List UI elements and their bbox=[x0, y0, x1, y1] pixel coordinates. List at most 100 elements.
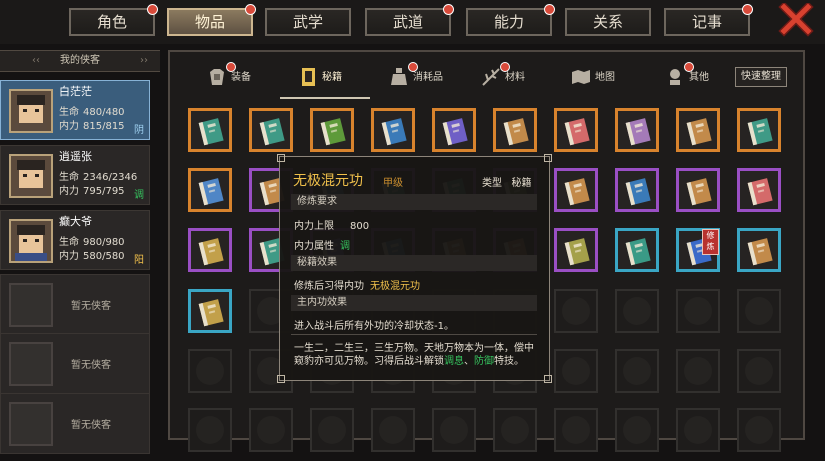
item-slot[interactable] bbox=[615, 108, 659, 152]
empty-item-slot[interactable] bbox=[615, 289, 659, 333]
notification-dot bbox=[544, 4, 555, 15]
tab-label: 物品 bbox=[194, 13, 225, 31]
empty-item-slot[interactable] bbox=[676, 408, 720, 452]
item-slot[interactable] bbox=[615, 168, 659, 212]
tooltip-corner bbox=[277, 154, 285, 162]
tooltip-title: 无极混元功 bbox=[293, 173, 363, 189]
empty-item-slot[interactable] bbox=[371, 408, 415, 452]
empty-item-slot[interactable] bbox=[737, 408, 781, 452]
category-label: 其他 bbox=[689, 72, 709, 83]
item-slot[interactable] bbox=[188, 228, 232, 272]
tab-1[interactable]: 物品 bbox=[167, 4, 256, 36]
attribute-badge: 调 bbox=[134, 190, 144, 201]
character-portrait-icon bbox=[15, 160, 47, 196]
tab-0[interactable]: 角色 bbox=[69, 4, 158, 36]
empty-item-slot[interactable] bbox=[188, 408, 232, 452]
empty-character-slot[interactable]: 暂无侠客 bbox=[0, 274, 150, 335]
item-slot[interactable] bbox=[737, 108, 781, 152]
tab-6[interactable]: 记事 bbox=[664, 4, 753, 36]
herb-icon bbox=[480, 68, 505, 86]
req-label: 内力上限 bbox=[294, 221, 334, 232]
item-slot[interactable] bbox=[188, 108, 232, 152]
category-tab-3[interactable]: 材料 bbox=[480, 62, 525, 92]
tab-3[interactable]: 武道 bbox=[365, 4, 454, 36]
item-slot[interactable] bbox=[554, 228, 598, 272]
sort-button[interactable]: 快速整理 bbox=[735, 67, 787, 87]
mp-label: 内力 bbox=[59, 251, 79, 262]
type-value: 秘籍 bbox=[511, 178, 532, 189]
empty-slot-label: 暂无侠客 bbox=[71, 360, 111, 371]
empty-item-slot[interactable] bbox=[676, 289, 720, 333]
empty-character-slot[interactable]: 暂无侠客 bbox=[0, 333, 150, 394]
notification-dot bbox=[147, 4, 158, 15]
item-slot[interactable] bbox=[737, 168, 781, 212]
empty-item-slot[interactable] bbox=[676, 349, 720, 393]
item-slot[interactable] bbox=[676, 108, 720, 152]
book-icon bbox=[747, 238, 773, 266]
empty-item-slot[interactable] bbox=[554, 408, 598, 452]
item-slot[interactable] bbox=[432, 108, 476, 152]
item-slot[interactable] bbox=[188, 168, 232, 212]
empty-item-slot[interactable] bbox=[737, 289, 781, 333]
item-slot[interactable] bbox=[371, 108, 415, 152]
mp-row: 内力 580/580 bbox=[59, 247, 125, 262]
empty-character-slot[interactable]: 暂无侠客 bbox=[0, 393, 150, 454]
tab-4[interactable]: 能力 bbox=[466, 4, 555, 36]
effect-label: 修炼后习得内功 bbox=[294, 281, 364, 292]
item-slot[interactable] bbox=[676, 168, 720, 212]
item-slot[interactable]: 修炼 bbox=[676, 228, 720, 272]
empty-item-slot[interactable] bbox=[737, 349, 781, 393]
item-slot[interactable] bbox=[615, 228, 659, 272]
tab-2[interactable]: 武学 bbox=[265, 8, 351, 36]
section-effect: 秘籍效果 bbox=[291, 255, 537, 271]
category-label: 装备 bbox=[231, 72, 251, 83]
notification-dot bbox=[742, 4, 753, 15]
category-tab-1[interactable]: 秘籍 bbox=[297, 66, 342, 92]
tooltip-grade: 甲级 bbox=[383, 178, 403, 189]
book-icon bbox=[625, 238, 651, 266]
character-card[interactable]: 白茫茫 生命 480/480 内力 815/815 阴 bbox=[0, 80, 150, 140]
item-slot[interactable] bbox=[554, 168, 598, 212]
category-label: 秘籍 bbox=[322, 72, 342, 83]
section-requirements: 修炼要求 bbox=[291, 194, 537, 210]
category-tab-0[interactable]: 装备 bbox=[206, 62, 251, 92]
empty-item-slot[interactable] bbox=[432, 408, 476, 452]
character-card[interactable]: 癫大爷 生命 980/980 内力 580/580 阳 bbox=[0, 210, 150, 270]
item-slot[interactable] bbox=[737, 228, 781, 272]
notification-dot bbox=[408, 62, 418, 72]
chevron-right-icon[interactable]: ›› bbox=[140, 51, 148, 71]
character-name: 癫大爷 bbox=[59, 215, 92, 228]
category-label: 消耗品 bbox=[413, 72, 443, 83]
book-icon bbox=[442, 118, 468, 146]
empty-item-slot[interactable] bbox=[554, 289, 598, 333]
empty-item-slot[interactable] bbox=[615, 349, 659, 393]
tab-label: 武学 bbox=[292, 13, 323, 31]
mp-row: 内力 815/815 bbox=[59, 117, 125, 132]
book-icon bbox=[198, 118, 224, 146]
empty-item-slot[interactable] bbox=[615, 408, 659, 452]
item-slot[interactable] bbox=[310, 108, 354, 152]
category-label: 材料 bbox=[505, 72, 525, 83]
armor-icon bbox=[206, 69, 231, 85]
empty-item-slot[interactable] bbox=[554, 349, 598, 393]
item-slot[interactable] bbox=[554, 108, 598, 152]
item-slot[interactable] bbox=[188, 289, 232, 333]
empty-item-slot[interactable] bbox=[249, 408, 293, 452]
item-slot[interactable] bbox=[249, 108, 293, 152]
empty-item-slot[interactable] bbox=[493, 408, 537, 452]
tab-5[interactable]: 关系 bbox=[565, 8, 651, 36]
cultivating-badge: 修炼 bbox=[702, 229, 719, 255]
hp-row: 生命 2346/2346 bbox=[59, 168, 137, 183]
tab-label: 角色 bbox=[96, 13, 127, 31]
empty-item-slot[interactable] bbox=[310, 408, 354, 452]
chevron-left-icon[interactable]: ‹‹ bbox=[32, 51, 40, 71]
book-icon bbox=[747, 178, 773, 206]
top-bar: 角色 物品 武学 武道 能力 关系 记事 bbox=[0, 0, 825, 44]
category-tab-2[interactable]: 消耗品 bbox=[388, 62, 443, 92]
item-slot[interactable] bbox=[493, 108, 537, 152]
category-tab-4[interactable]: 地图 bbox=[570, 66, 615, 92]
empty-item-slot[interactable] bbox=[188, 349, 232, 393]
category-tab-5[interactable]: 其他 bbox=[664, 62, 709, 92]
close-icon[interactable] bbox=[778, 3, 814, 37]
character-card[interactable]: 逍遥张 生命 2346/2346 内力 795/795 调 bbox=[0, 145, 150, 205]
